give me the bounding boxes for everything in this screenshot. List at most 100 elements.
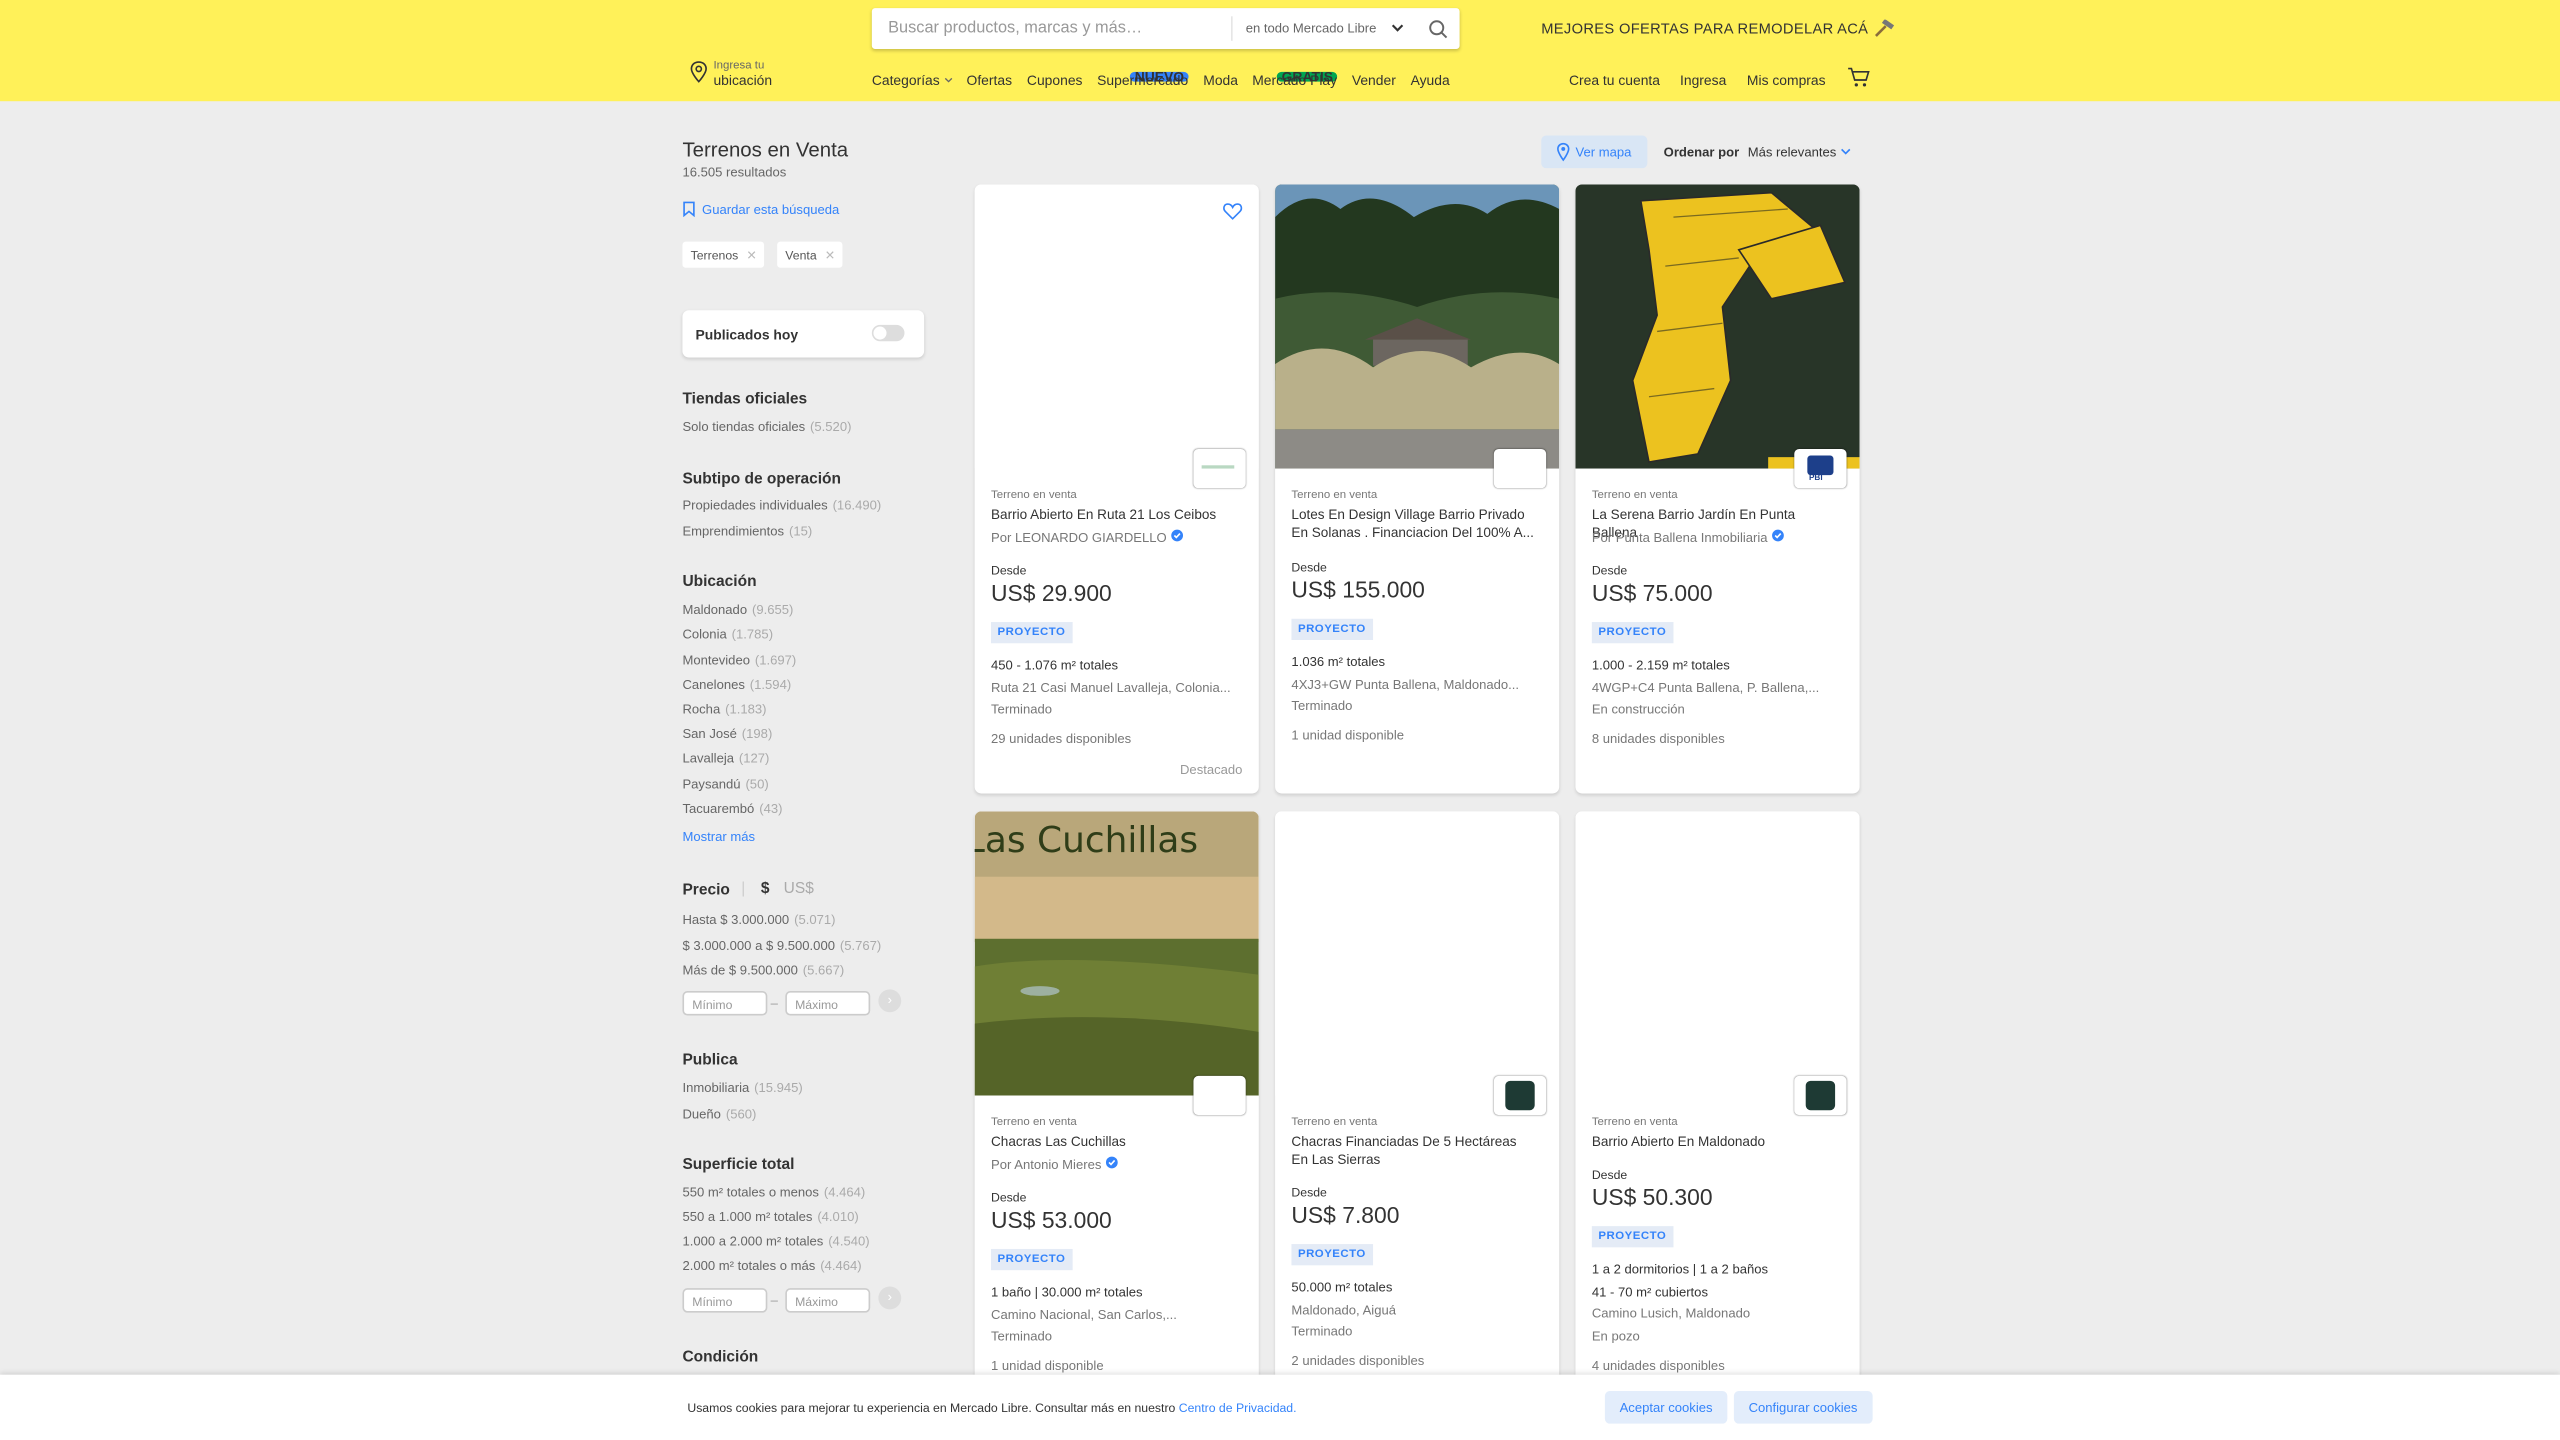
price-min-input[interactable]: Mínimo [682, 991, 768, 1016]
surface-max-input[interactable]: Máximo [785, 1288, 871, 1313]
cart-icon[interactable] [1847, 67, 1871, 88]
heart-icon[interactable] [1223, 202, 1243, 220]
listing-image[interactable] [1275, 184, 1560, 469]
nav-vender[interactable]: Vender [1352, 72, 1396, 88]
listing-card[interactable]: PBI Terreno en venta La Serena Barrio Ja… [1575, 184, 1860, 794]
listing-image[interactable] [974, 184, 1259, 469]
listing-image[interactable] [1575, 811, 1860, 1096]
filter-option[interactable]: Tacuarembó (43) [682, 802, 782, 817]
listing-image[interactable]: Las Cuchillas [974, 811, 1259, 1096]
filter-option[interactable]: Maldonado (9.655) [682, 602, 793, 617]
save-search-link[interactable]: Guardar esta búsqueda [682, 201, 839, 221]
listing-title[interactable]: Barrio Abierto En Ruta 21 Los Ceibos [991, 506, 1236, 524]
privacy-center-link[interactable]: Centro de Privacidad. [1179, 1401, 1297, 1416]
search-input[interactable]: Buscar productos, marcas y más… [888, 20, 1142, 38]
search-icon [1429, 20, 1448, 39]
listing-seller: Por Antonio Mieres [991, 1156, 1118, 1172]
filter-option[interactable]: Canelones (1.594) [682, 678, 791, 693]
price-apply-button[interactable]: › [878, 989, 902, 1013]
search-scope-label: en todo Mercado Libre [1245, 21, 1377, 36]
price-from-label: Desde [1291, 559, 1327, 575]
listing-price: US$ 50.300 [1591, 1183, 1713, 1210]
listing-price: US$ 53.000 [991, 1206, 1112, 1233]
listing-card[interactable]: Las Cuchillas Terreno en venta Chacras L… [974, 811, 1259, 1400]
published-today-toggle[interactable] [871, 324, 905, 342]
listing-card[interactable]: Terreno en venta Barrio Abierto En Ruta … [974, 184, 1259, 794]
nav-mercado-play[interactable]: Mercado Play [1252, 72, 1337, 88]
nav-categorias[interactable]: Categorías [872, 72, 954, 88]
close-icon[interactable]: ✕ [825, 248, 835, 263]
listing-units: 8 unidades disponibles [1591, 731, 1725, 747]
listing-card[interactable]: Terreno en venta Chacras Financiadas De … [1275, 811, 1560, 1400]
filter-option[interactable]: 2.000 m² totales o más (4.464) [682, 1259, 861, 1274]
filter-option[interactable]: Lavalleja (127) [682, 751, 769, 766]
filter-option[interactable]: Dueño (560) [682, 1107, 756, 1122]
sort-dropdown[interactable]: Ordenar por Más relevantes [1664, 145, 1852, 160]
listing-title[interactable]: Lotes En Design Village Barrio Privado E… [1291, 506, 1536, 542]
location-selector[interactable]: Ingresa tu ubicación [689, 60, 772, 91]
filter-option[interactable]: Hasta $ 3.000.000 (5.071) [682, 913, 835, 928]
filter-option[interactable]: Paysandú (50) [682, 777, 768, 792]
listing-status: En construcción [1591, 702, 1685, 717]
listing-address: Ruta 21 Casi Manuel Lavalleja, Colonia..… [991, 680, 1231, 696]
listing-card[interactable]: Terreno en venta Barrio Abierto En Maldo… [1575, 811, 1860, 1400]
listing-kind: Terreno en venta [1291, 1116, 1378, 1129]
listing-image[interactable] [1575, 184, 1860, 469]
listing-image[interactable] [1275, 811, 1560, 1096]
filter-option[interactable]: 550 m² totales o menos (4.464) [682, 1185, 865, 1200]
close-icon[interactable]: ✕ [746, 248, 756, 263]
currency-dollars[interactable]: US$ [784, 880, 814, 898]
filter-option[interactable]: Solo tiendas oficiales (5.520) [682, 420, 851, 435]
filter-chip-terrenos[interactable]: Terrenos ✕ [682, 241, 765, 268]
create-account-link[interactable]: Crea tu cuenta [1569, 72, 1660, 88]
search-button[interactable] [1424, 15, 1453, 43]
show-more-link[interactable]: Mostrar más [682, 829, 755, 844]
listing-title[interactable]: Barrio Abierto En Maldonado [1592, 1133, 1837, 1151]
configure-cookies-button[interactable]: Configurar cookies [1733, 1391, 1873, 1424]
published-today-filter[interactable]: Publicados hoy [682, 310, 925, 358]
seller-logo-text: PBI [1808, 473, 1823, 484]
listing-kind: Terreno en venta [1591, 489, 1678, 502]
listing-title[interactable]: Chacras Las Cuchillas [991, 1133, 1236, 1151]
filter-option[interactable]: San José (198) [682, 727, 772, 742]
filter-option[interactable]: Inmobiliaria (15.945) [682, 1081, 802, 1096]
listing-status: En pozo [1591, 1328, 1640, 1344]
my-purchases-link[interactable]: Mis compras [1747, 72, 1826, 88]
filter-option[interactable]: 1.000 a 2.000 m² totales (4.540) [682, 1234, 869, 1249]
filter-option[interactable]: Montevideo (1.697) [682, 653, 796, 668]
filter-heading-tiendas: Tiendas oficiales [682, 390, 808, 409]
listing-address: Camino Nacional, San Carlos,... [991, 1307, 1177, 1323]
listing-title[interactable]: Chacras Financiadas De 5 Hectáreas En La… [1291, 1133, 1536, 1169]
nav-moda[interactable]: Moda [1203, 72, 1238, 88]
filter-option[interactable]: Propiedades individuales (16.490) [682, 498, 881, 513]
filter-option[interactable]: Emprendimientos (15) [682, 524, 812, 539]
surface-apply-button[interactable]: › [878, 1286, 902, 1310]
accept-cookies-button[interactable]: Aceptar cookies [1604, 1391, 1728, 1424]
location-line1: Ingresa tu [713, 60, 765, 72]
filter-option[interactable]: Más de $ 9.500.000 (5.667) [682, 963, 844, 978]
filter-option[interactable]: Colonia (1.785) [682, 627, 773, 642]
filter-chip-venta[interactable]: Venta ✕ [777, 241, 844, 268]
sort-label: Ordenar por [1663, 145, 1740, 160]
chevron-down-icon [1391, 24, 1404, 32]
price-max-input[interactable]: Máximo [785, 991, 871, 1016]
filter-option[interactable]: 550 a 1.000 m² totales (4.010) [682, 1210, 858, 1225]
nav-ayuda[interactable]: Ayuda [1411, 72, 1450, 88]
nav-cupones[interactable]: Cupones [1027, 72, 1083, 88]
filter-option[interactable]: $ 3.000.000 a $ 9.500.000 (5.767) [682, 939, 881, 954]
search-scope-select[interactable]: en todo Mercado Libre [1231, 16, 1411, 41]
view-map-button[interactable]: Ver mapa [1541, 135, 1648, 169]
filter-heading-superficie: Superficie total [682, 1155, 795, 1174]
nav-ofertas[interactable]: Ofertas [967, 72, 1013, 88]
filter-option[interactable]: Rocha (1.183) [682, 702, 766, 717]
promo-banner[interactable]: MEJORES OFERTAS PARA REMODELAR ACÁ [1541, 18, 1895, 40]
listing-card[interactable]: Terreno en venta Lotes En Design Village… [1275, 184, 1560, 794]
search-bar[interactable]: Buscar productos, marcas y más… en todo … [871, 8, 1460, 49]
location-pin-icon [1557, 142, 1570, 162]
price-from-label: Desde [991, 563, 1027, 578]
nav-supermercado[interactable]: Supermercado [1097, 72, 1188, 88]
surface-min-input[interactable]: Mínimo [682, 1288, 768, 1313]
listing-address: Maldonado, Aiguá [1291, 1302, 1397, 1318]
currency-pesos[interactable]: $ [761, 880, 770, 898]
login-link[interactable]: Ingresa [1680, 72, 1726, 88]
